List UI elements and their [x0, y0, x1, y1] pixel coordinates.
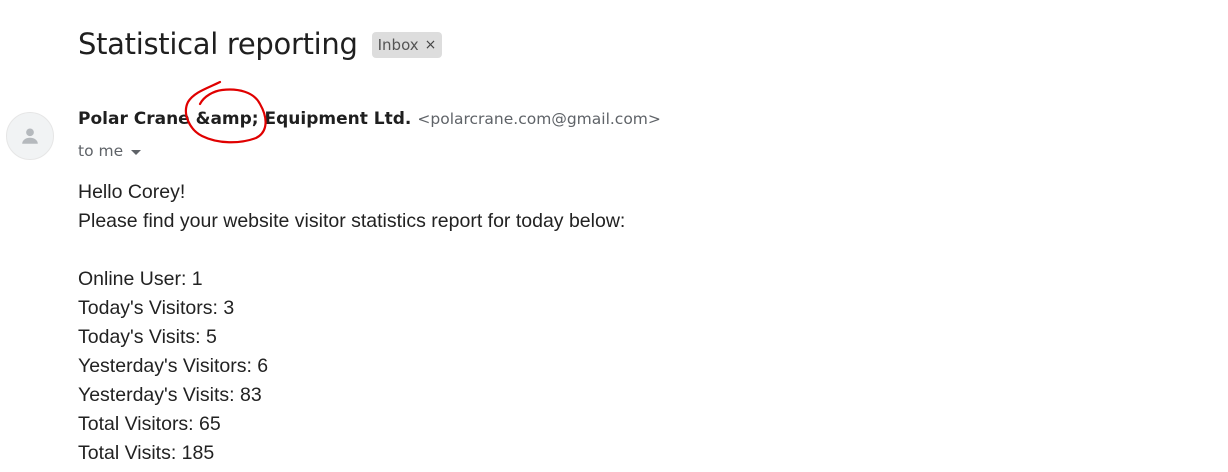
remove-label-icon[interactable]: × [425, 38, 437, 52]
stat-line: Today's Visits: 5 [78, 326, 217, 348]
email-subject: Statistical reporting [78, 27, 358, 61]
inbox-label-text: Inbox [377, 36, 419, 54]
sender-avatar[interactable] [6, 112, 54, 160]
stat-line: Total Visitors: 65 [78, 413, 221, 435]
sender-row: Polar Crane &amp; Equipment Ltd. <polarc… [78, 109, 661, 133]
stat-line: Today's Visitors: 3 [78, 297, 235, 319]
inbox-label-chip[interactable]: Inbox × [371, 32, 443, 58]
message-body: Hello Corey! Please find your website vi… [78, 178, 625, 468]
subject-row: Statistical reporting Inbox × [78, 22, 443, 66]
greeting-line: Hello Corey! [78, 181, 186, 203]
stat-line: Total Visits: 185 [78, 442, 215, 464]
sender-email: <polarcrane.com@gmail.com> [417, 110, 661, 128]
recipient-dropdown[interactable]: to me [78, 140, 142, 162]
stat-line: Online User: 1 [78, 268, 203, 290]
person-icon [22, 128, 38, 144]
recipient-text: to me [78, 142, 124, 160]
stat-line: Yesterday's Visits: 83 [78, 384, 262, 406]
intro-line: Please find your website visitor statist… [78, 210, 626, 232]
caret-down-icon[interactable] [131, 149, 142, 155]
sender-name[interactable]: Polar Crane &amp; Equipment Ltd. [78, 109, 411, 129]
stat-line: Yesterday's Visitors: 6 [78, 355, 269, 377]
